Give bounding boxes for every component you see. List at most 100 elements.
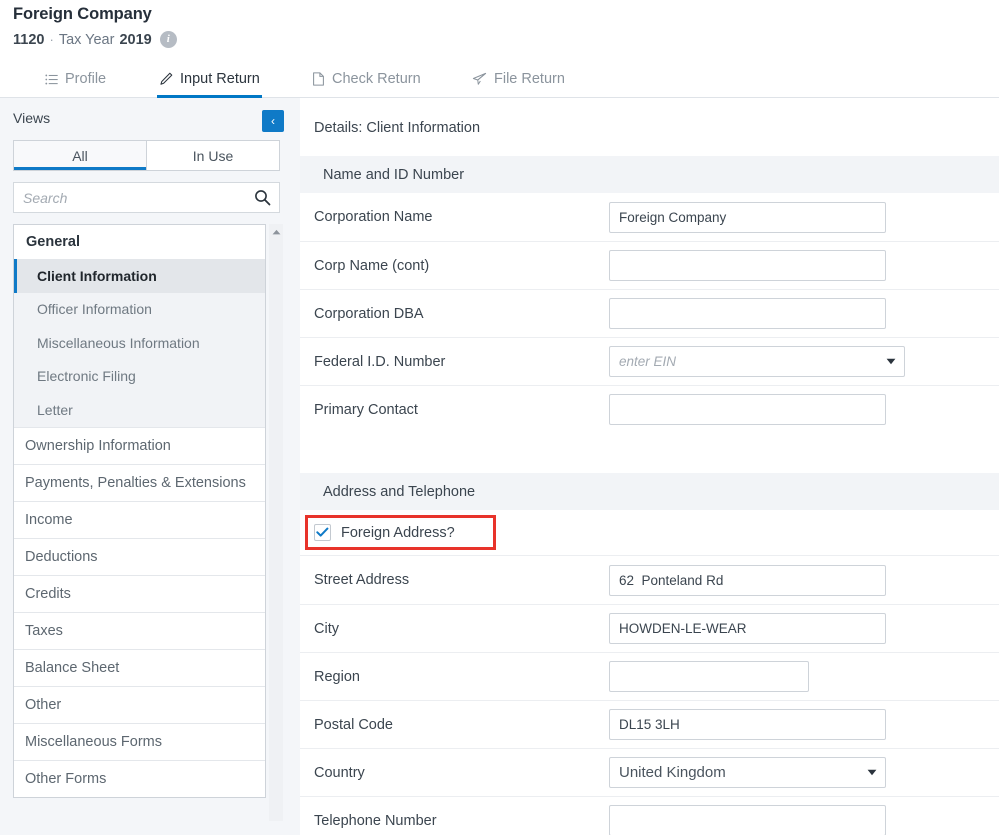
sidebar-item-client-information[interactable]: Client Information — [14, 259, 265, 293]
paper-plane-icon — [472, 72, 487, 86]
app-header: Foreign Company 1120 · Tax Year 2019 i — [0, 0, 999, 60]
sidebar-item-letter[interactable]: Letter — [14, 393, 265, 427]
tab-input-return-label: Input Return — [180, 71, 260, 87]
tab-profile-label: Profile — [65, 71, 106, 87]
sidebar-item-taxes[interactable]: Taxes — [14, 612, 265, 649]
sidebar-item-label: Deductions — [25, 549, 98, 565]
corp-name-cont-label: Corp Name (cont) — [314, 258, 429, 274]
sidebar-item-electronic-filing[interactable]: Electronic Filing — [14, 360, 265, 394]
sidebar-item-label: Electronic Filing — [37, 368, 136, 384]
chevron-down-icon — [878, 358, 904, 365]
region-label: Region — [314, 669, 360, 685]
sidebar-item-label: Other Forms — [25, 771, 106, 787]
tab-profile[interactable]: Profile — [43, 60, 108, 98]
pencil-icon — [159, 72, 173, 86]
corporation-name-label: Corporation Name — [314, 209, 432, 225]
section-header-address-and-telephone: Address and Telephone — [300, 473, 999, 510]
tab-check-return-label: Check Return — [332, 71, 421, 87]
info-icon[interactable]: i — [160, 31, 177, 48]
nav-group-general-label: General — [26, 234, 80, 250]
field-row-federal-id: Federal I.D. Number enter EIN — [300, 337, 999, 385]
views-filter-toggle: All In Use — [13, 140, 280, 171]
street-address-label: Street Address — [314, 572, 409, 588]
city-input[interactable] — [609, 613, 886, 644]
foreign-address-checkbox[interactable] — [314, 524, 331, 541]
tab-check-return[interactable]: Check Return — [310, 60, 423, 98]
field-row-street-address: Street Address — [300, 556, 999, 604]
field-row-corporation-dba: Corporation DBA — [300, 289, 999, 337]
sidebar-item-income[interactable]: Income — [14, 501, 265, 538]
field-row-city: City — [300, 604, 999, 652]
views-navigation-tree: General Client Information Officer Infor… — [13, 224, 266, 798]
application-window: Foreign Company 1120 · Tax Year 2019 i P — [0, 0, 999, 835]
form-number: 1120 — [13, 32, 44, 48]
filter-in-use-button[interactable]: In Use — [146, 141, 279, 170]
details-heading: Details: Client Information — [314, 120, 480, 136]
sidebar-item-label: Other — [25, 697, 61, 713]
chevron-down-icon — [859, 769, 885, 776]
nav-group-general[interactable]: General — [14, 225, 265, 259]
field-row-country: Country United Kingdom — [300, 748, 999, 796]
field-row-postal-code: Postal Code — [300, 700, 999, 748]
federal-id-label: Federal I.D. Number — [314, 354, 445, 370]
foreign-address-label[interactable]: Foreign Address? — [341, 525, 455, 541]
street-address-input[interactable] — [609, 565, 886, 596]
sidebar-item-ownership-information[interactable]: Ownership Information — [14, 427, 265, 464]
return-subtitle: 1120 · Tax Year 2019 i — [13, 31, 177, 48]
sidebar-item-miscellaneous-forms[interactable]: Miscellaneous Forms — [14, 723, 265, 760]
telephone-number-label: Telephone Number — [314, 813, 437, 829]
search-box — [13, 182, 280, 213]
sidebar-scrollbar[interactable] — [269, 224, 283, 821]
scroll-up-arrow-icon[interactable] — [269, 226, 283, 238]
sidebar-item-credits[interactable]: Credits — [14, 575, 265, 612]
federal-id-combobox[interactable]: enter EIN — [609, 346, 905, 377]
postal-code-label: Postal Code — [314, 717, 393, 733]
corp-name-cont-input[interactable] — [609, 250, 886, 281]
sidebar-item-label: Payments, Penalties & Extensions — [25, 475, 246, 491]
sidebar-item-payments-penalties-extensions[interactable]: Payments, Penalties & Extensions — [14, 464, 265, 501]
sidebar-item-label: Credits — [25, 586, 71, 602]
region-input[interactable] — [609, 661, 809, 692]
sidebar-item-other-forms[interactable]: Other Forms — [14, 760, 265, 797]
search-icon[interactable] — [245, 183, 279, 212]
views-label: Views — [13, 110, 50, 126]
nav-subitems-general: Client Information Officer Information M… — [14, 259, 265, 427]
tab-input-return[interactable]: Input Return — [157, 60, 262, 98]
corporation-name-input[interactable] — [609, 202, 886, 233]
sidebar-item-deductions[interactable]: Deductions — [14, 538, 265, 575]
field-row-region: Region — [300, 652, 999, 700]
country-selected-value: United Kingdom — [610, 764, 859, 781]
field-row-corp-name-cont: Corp Name (cont) — [300, 241, 999, 289]
country-select[interactable]: United Kingdom — [609, 757, 886, 788]
sidebar-item-label: Ownership Information — [25, 438, 171, 454]
corporation-dba-input[interactable] — [609, 298, 886, 329]
sidebar-item-label: Client Information — [37, 268, 157, 284]
tax-year-label: Tax Year — [59, 32, 115, 48]
sidebar-item-label: Officer Information — [37, 301, 152, 317]
telephone-number-input[interactable] — [609, 805, 886, 835]
collapse-sidebar-button[interactable]: ‹ — [262, 110, 284, 132]
sidebar-item-balance-sheet[interactable]: Balance Sheet — [14, 649, 265, 686]
sidebar-item-label: Miscellaneous Information — [37, 335, 200, 351]
sidebar-item-officer-information[interactable]: Officer Information — [14, 293, 265, 327]
sidebar-item-label: Miscellaneous Forms — [25, 734, 162, 750]
sidebar-item-label: Letter — [37, 402, 73, 418]
tab-file-return[interactable]: File Return — [470, 60, 567, 98]
tab-file-return-label: File Return — [494, 71, 565, 87]
sidebar-item-label: Income — [25, 512, 73, 528]
sidebar-item-other[interactable]: Other — [14, 686, 265, 723]
search-input[interactable] — [14, 183, 245, 212]
federal-id-placeholder: enter EIN — [610, 354, 878, 369]
corporation-dba-label: Corporation DBA — [314, 306, 424, 322]
main-tab-bar: Profile Input Return Check Return — [0, 60, 999, 98]
primary-contact-label: Primary Contact — [314, 402, 418, 418]
sidebar-item-label: Balance Sheet — [25, 660, 119, 676]
document-icon — [312, 72, 325, 86]
filter-all-button[interactable]: All — [14, 141, 146, 170]
sidebar-item-miscellaneous-information[interactable]: Miscellaneous Information — [14, 326, 265, 360]
subtitle-separator: · — [49, 32, 53, 47]
list-icon — [45, 73, 58, 86]
postal-code-input[interactable] — [609, 709, 886, 740]
primary-contact-input[interactable] — [609, 394, 886, 425]
details-pane: Details: Client Information Name and ID … — [300, 98, 999, 835]
